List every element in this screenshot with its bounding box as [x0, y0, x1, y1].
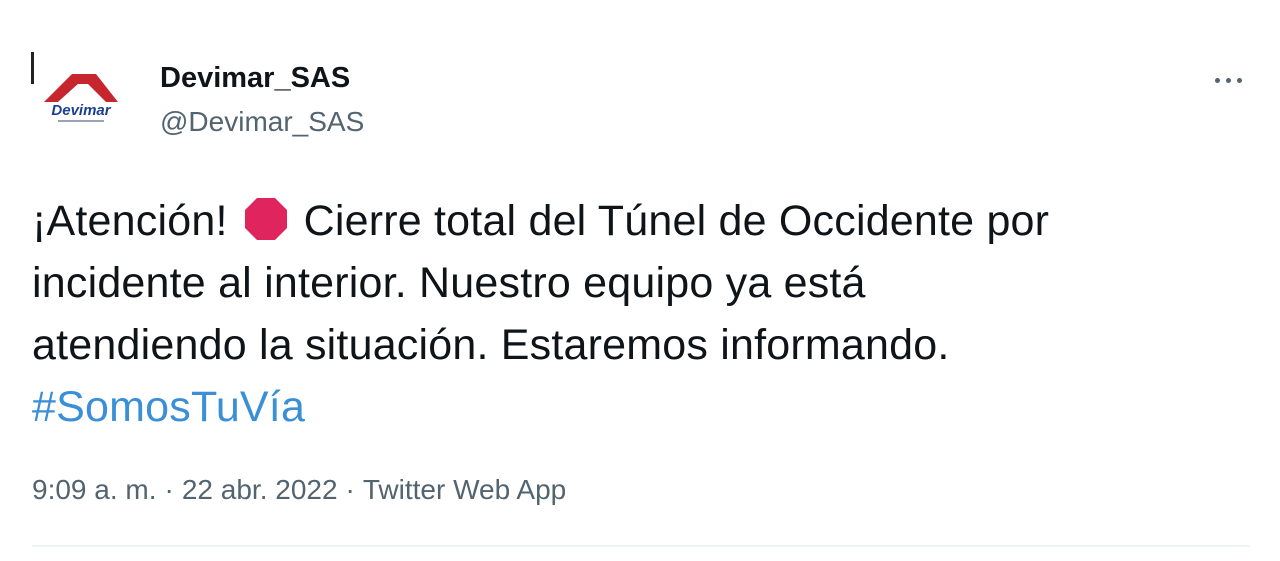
- tweet-source[interactable]: Twitter Web App: [363, 474, 566, 505]
- tweet-text-segment: ¡Atención!: [32, 197, 228, 245]
- more-dot: [1236, 77, 1242, 83]
- devimar-logo-icon: Devimar: [44, 74, 118, 122]
- tweet-metadata: 9:09 a. m. · 22 abr. 2022 · Twitter Web App: [32, 472, 566, 508]
- tweet-line-4: #SomosTuVía: [32, 376, 1252, 438]
- more-options-button[interactable]: [1204, 62, 1252, 98]
- tweet-line-3: atendiendo la situación. Estaremos infor…: [32, 321, 950, 369]
- tweet-text: ¡Atención! Cierre total del Túnel de Occi…: [32, 190, 1252, 438]
- tweet-date[interactable]: 22 abr. 2022: [182, 474, 338, 505]
- separator: ·: [164, 474, 174, 505]
- text-cursor: [31, 52, 34, 84]
- logo-text: Devimar: [51, 102, 111, 119]
- octagonal-sign-icon: [244, 198, 287, 240]
- tweet-line-2: incidente al interior. Nuestro equipo ya…: [32, 259, 866, 307]
- display-name[interactable]: Devimar_SAS: [160, 60, 364, 96]
- tweet-line-1: ¡Atención! Cierre total del Túnel de Occi…: [32, 190, 1252, 252]
- tweet-text-segment: Cierre total del Túnel de Occidente por: [303, 197, 1050, 245]
- user-handle[interactable]: @Devimar_SAS: [160, 104, 364, 140]
- tweet-author: Devimar_SAS @Devimar_SAS: [160, 60, 364, 140]
- avatar[interactable]: Devimar: [36, 58, 126, 130]
- more-dots-icon: [1214, 77, 1220, 83]
- more-dot: [1225, 77, 1231, 83]
- divider: [32, 545, 1250, 547]
- separator: ·: [345, 474, 355, 505]
- hashtag-link[interactable]: #SomosTuVía: [32, 383, 305, 431]
- tweet-time[interactable]: 9:09 a. m.: [32, 474, 157, 505]
